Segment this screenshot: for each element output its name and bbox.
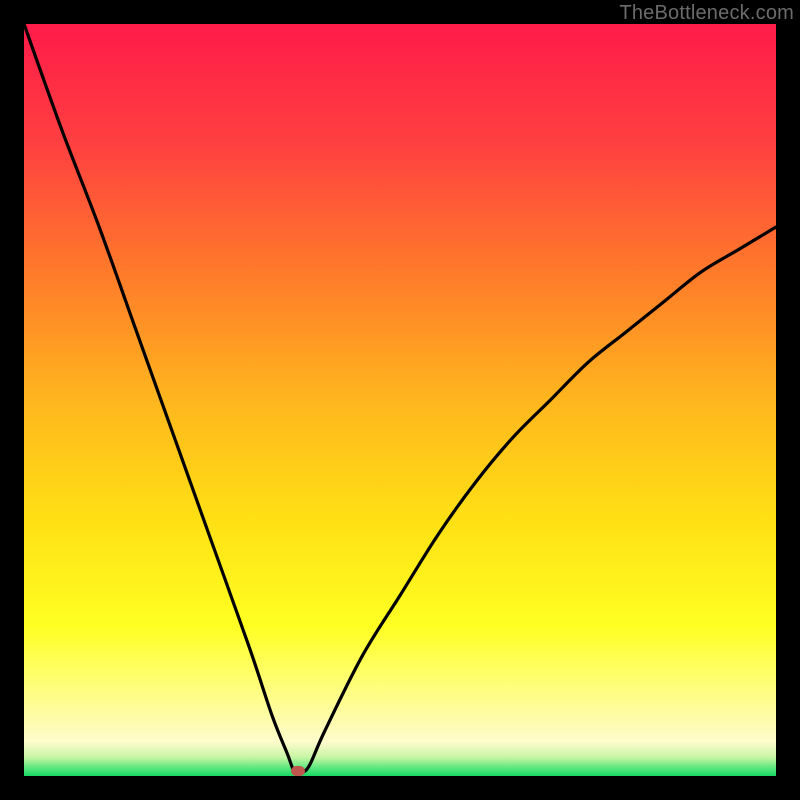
curve-layer [24,24,776,776]
plot-frame [24,24,776,776]
watermark-text: TheBottleneck.com [619,2,794,25]
bottleneck-curve [24,24,776,774]
minimum-marker [291,766,305,776]
